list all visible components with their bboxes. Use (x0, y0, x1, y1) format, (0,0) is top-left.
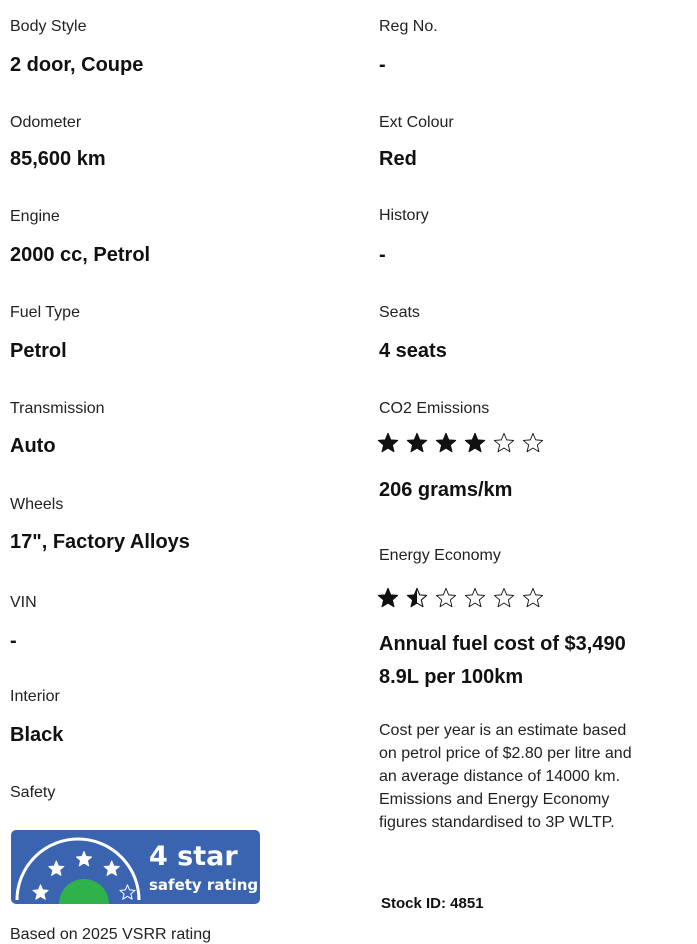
vin-label: VIN (10, 594, 37, 611)
star-empty-icon (493, 432, 515, 453)
transmission-value: Auto (10, 435, 56, 457)
engine-value: 2000 cc, Petrol (10, 244, 151, 266)
star-filled-icon (377, 432, 399, 453)
star-empty-icon (464, 587, 486, 608)
star-empty-icon (493, 587, 515, 608)
ext-colour-label: Ext Colour (379, 114, 454, 131)
fuel-type-value: Petrol (10, 340, 67, 362)
transmission-label: Transmission (10, 400, 105, 417)
reg-no-value: - (379, 54, 386, 76)
odometer-value: 85,600 km (10, 148, 106, 170)
disclaimer-line: Cost per year is an estimate based (379, 722, 627, 739)
history-label: History (379, 207, 429, 224)
star-empty-icon (522, 587, 544, 608)
disclaimer-line: Emissions and Energy Economy (379, 791, 610, 808)
star-empty-icon (522, 432, 544, 453)
ext-colour-value: Red (379, 148, 417, 170)
co2-value: 206 grams/km (379, 479, 513, 501)
vin-value: - (10, 630, 17, 652)
star-half-icon (406, 587, 428, 608)
star-filled-icon (464, 432, 486, 453)
energy-label: Energy Economy (379, 547, 501, 564)
interior-label: Interior (10, 688, 60, 705)
body-style-label: Body Style (10, 18, 87, 35)
seats-label: Seats (379, 304, 420, 321)
fuel-type-label: Fuel Type (10, 304, 80, 321)
annual-fuel-cost: Annual fuel cost of $3,490 (379, 633, 626, 655)
reg-no-label: Reg No. (379, 18, 438, 35)
star-filled-icon (435, 432, 457, 453)
fuel-consumption: 8.9L per 100km (379, 666, 524, 688)
star-filled-icon (406, 432, 428, 453)
safety-note: Based on 2025 VSRR rating (10, 926, 212, 943)
safety-label: Safety (10, 784, 56, 801)
stock-id: Stock ID: 4851 (381, 895, 484, 912)
star-filled-icon (377, 587, 399, 608)
engine-label: Engine (10, 208, 60, 225)
disclaimer-line: an average distance of 14000 km. (379, 768, 621, 785)
history-value: - (379, 244, 386, 266)
disclaimer-line: on petrol price of $2.80 per litre and (379, 745, 632, 762)
co2-label: CO2 Emissions (379, 400, 490, 417)
badge-sub-text: safety rating (149, 876, 258, 894)
co2-star-rating (377, 431, 551, 455)
interior-value: Black (10, 724, 64, 746)
wheels-value: 17", Factory Alloys (10, 531, 190, 553)
wheels-label: Wheels (10, 496, 64, 513)
body-style-value: 2 door, Coupe (10, 54, 144, 76)
safety-rating-badge: 4 star safety rating (11, 830, 260, 904)
odometer-label: Odometer (10, 114, 82, 131)
star-empty-icon (435, 587, 457, 608)
disclaimer-line: figures standardised to 3P WLTP. (379, 814, 615, 831)
seats-value: 4 seats (379, 340, 447, 362)
badge-main-text: 4 star (149, 841, 238, 872)
energy-star-rating (377, 586, 551, 610)
